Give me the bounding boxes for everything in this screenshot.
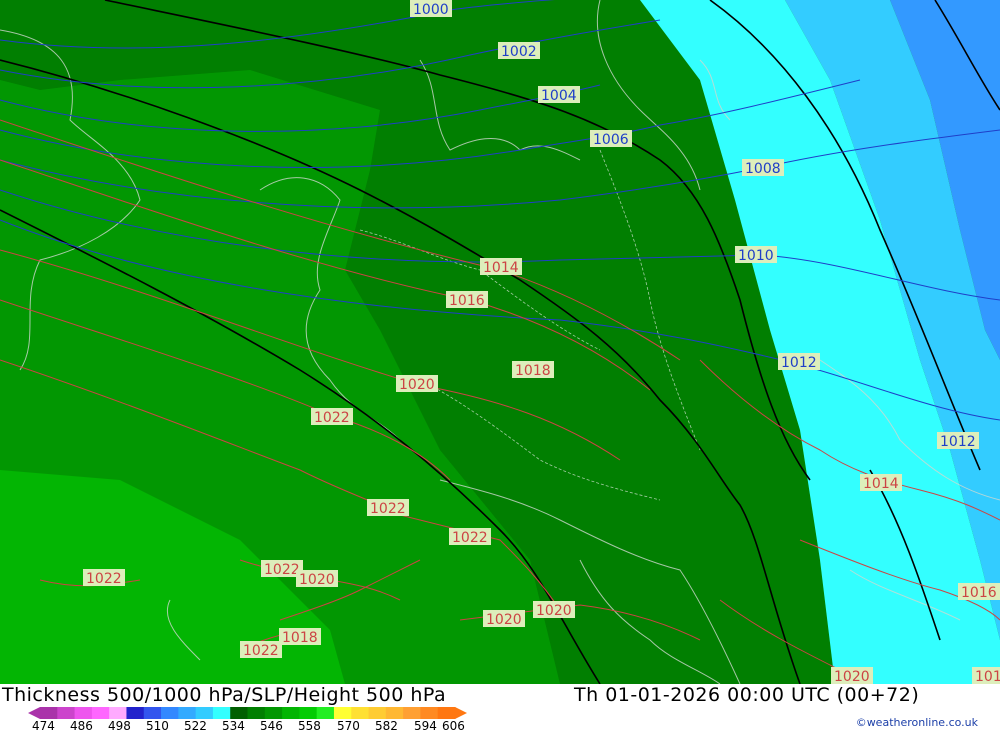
pressure-label: 1012 <box>778 353 820 371</box>
pressure-label: 1016 <box>958 583 1000 601</box>
pressure-label: 1022 <box>311 408 353 426</box>
pressure-label: 1004 <box>538 86 580 104</box>
svg-text:1018: 1018 <box>515 363 551 379</box>
scale-swatch <box>91 707 110 719</box>
pressure-label: 1016 <box>446 291 488 309</box>
svg-text:1020: 1020 <box>399 377 435 393</box>
svg-text:1020: 1020 <box>834 669 870 684</box>
svg-text:1018: 1018 <box>282 630 318 646</box>
scale-swatch <box>143 707 162 719</box>
svg-text:1022: 1022 <box>370 501 406 517</box>
pressure-label: 1002 <box>498 42 540 60</box>
pressure-label: 1020 <box>296 570 338 588</box>
scale-swatch <box>333 707 352 719</box>
pressure-label: 1020 <box>483 610 525 628</box>
svg-text:1020: 1020 <box>486 612 522 628</box>
svg-text:1010: 1010 <box>738 248 774 264</box>
svg-text:1002: 1002 <box>501 44 537 60</box>
svg-text:1014: 1014 <box>863 476 899 492</box>
scale-tick-label: 522 <box>184 719 207 731</box>
scale-tick-label: 510 <box>146 719 169 731</box>
scale-tick-label: 570 <box>337 719 360 731</box>
valid-time: Th 01-01-2026 00:00 UTC (00+72) <box>574 684 920 706</box>
map-title: Thickness 500/1000 hPa/SLP/Height 500 hP… <box>2 684 447 706</box>
scale-swatch <box>385 707 404 719</box>
scale-tick-label: 594 <box>414 719 437 731</box>
pressure-label: 1020 <box>831 667 873 684</box>
pressure-label: 1012 <box>937 432 979 450</box>
svg-text:1000: 1000 <box>413 2 449 18</box>
svg-text:1008: 1008 <box>745 161 781 177</box>
svg-text:1022: 1022 <box>452 530 488 546</box>
pressure-label: 1008 <box>742 159 784 177</box>
pressure-label: 101 <box>972 667 1000 684</box>
svg-text:1022: 1022 <box>314 410 350 426</box>
svg-text:1020: 1020 <box>536 603 572 619</box>
pressure-label: 1022 <box>449 528 491 546</box>
thickness-color-scale: 474 486 498 510 522 534 546 558 570 582 594 606 <box>28 707 467 731</box>
scale-swatch <box>40 707 58 719</box>
svg-text:1016: 1016 <box>449 293 485 309</box>
scale-swatch <box>316 707 335 719</box>
scale-swatch <box>299 707 318 719</box>
scale-right-arrow <box>455 707 467 719</box>
scale-swatch <box>368 707 387 719</box>
pressure-label: 1020 <box>396 375 438 393</box>
svg-text:1022: 1022 <box>243 643 279 659</box>
weather-map: 1000 1002 1004 1006 1008 1010 1012 1012 1014 1016… <box>0 0 1000 684</box>
footer: Thickness 500/1000 hPa/SLP/Height 500 hP… <box>0 684 1000 733</box>
svg-text:1022: 1022 <box>264 562 300 578</box>
pressure-label: 1022 <box>367 499 409 517</box>
scale-swatch <box>178 707 197 719</box>
pressure-label: 1014 <box>480 258 522 276</box>
scale-swatch <box>195 707 214 719</box>
scale-tick-label: 606 <box>442 719 465 731</box>
scale-swatch <box>161 707 179 719</box>
scale-tick-label: 546 <box>260 719 283 731</box>
scale-tick-label: 534 <box>222 719 245 731</box>
svg-text:1012: 1012 <box>781 355 817 371</box>
svg-text:1022: 1022 <box>86 571 122 587</box>
scale-tick-label: 486 <box>70 719 93 731</box>
pressure-label: 1010 <box>735 246 777 264</box>
svg-text:1012: 1012 <box>940 434 976 450</box>
scale-swatch <box>230 707 248 719</box>
pressure-label: 1006 <box>590 130 632 148</box>
pressure-label: 1000 <box>410 0 452 18</box>
scale-tick-label: 498 <box>108 719 131 731</box>
scale-tick-label: 558 <box>298 719 321 731</box>
scale-swatch <box>109 707 127 719</box>
scale-swatch <box>264 707 283 719</box>
scale-swatch <box>282 707 300 719</box>
svg-text:1014: 1014 <box>483 260 519 276</box>
pressure-label: 1014 <box>860 474 902 492</box>
svg-text:1016: 1016 <box>961 585 997 601</box>
scale-swatch <box>74 707 93 719</box>
pressure-label: 1018 <box>512 361 554 379</box>
scale-swatch <box>403 707 421 719</box>
svg-text:1020: 1020 <box>299 572 335 588</box>
pressure-label: 1022 <box>240 641 282 659</box>
credit-link[interactable]: ©weatheronline.co.uk <box>856 716 978 729</box>
pressure-label: 1020 <box>533 601 575 619</box>
scale-swatch <box>351 707 370 719</box>
scale-swatch <box>212 707 231 719</box>
scale-swatch <box>247 707 266 719</box>
scale-swatch <box>420 707 439 719</box>
svg-text:1004: 1004 <box>541 88 577 104</box>
pressure-label: 1018 <box>279 628 321 646</box>
scale-left-arrow <box>28 707 40 719</box>
scale-tick-label: 582 <box>375 719 398 731</box>
scale-swatch <box>437 707 456 719</box>
scale-swatch <box>126 707 145 719</box>
svg-text:1006: 1006 <box>593 132 629 148</box>
scale-swatch <box>57 707 76 719</box>
pressure-label: 1022 <box>83 569 125 587</box>
svg-text:101: 101 <box>975 669 1000 684</box>
scale-tick-label: 474 <box>32 719 55 731</box>
